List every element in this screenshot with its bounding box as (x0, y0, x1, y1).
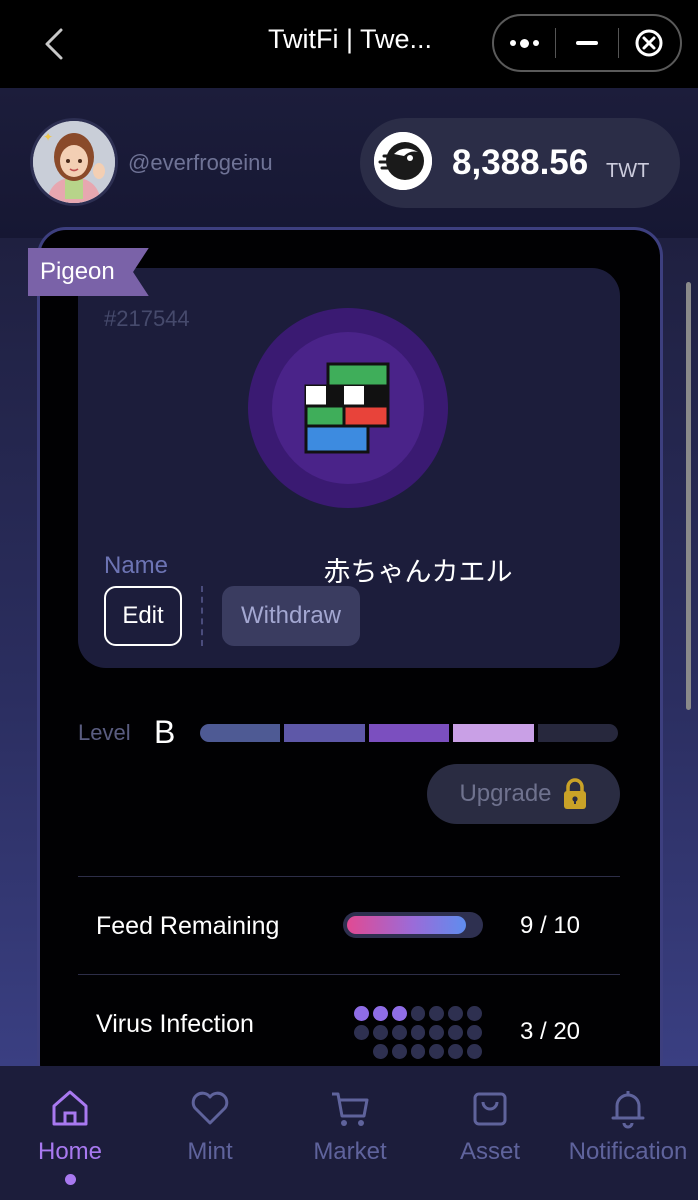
bell-icon (611, 1091, 645, 1129)
level-segment-empty (537, 724, 619, 742)
level-segment-filled (200, 724, 281, 742)
nav-notification[interactable]: Notification (558, 1086, 698, 1166)
virus-dot-grid (354, 1006, 483, 1063)
virus-dot-row (354, 1006, 483, 1021)
lock-icon (563, 778, 586, 809)
balance-pill[interactable]: 8,388.56 TWT (360, 118, 680, 208)
virus-dot-infected (354, 1006, 369, 1021)
upgrade-button[interactable]: Upgrade (427, 764, 620, 824)
virus-dot-empty (354, 1025, 369, 1040)
username-handle: @everfrogeinu (128, 150, 273, 175)
virus-dot-infected (391, 1006, 407, 1021)
edit-button[interactable]: Edit (104, 586, 182, 646)
page-title: TwitFi | Twe... (267, 24, 433, 54)
user-header: ✦ @everfrogeinu 8,388.56 TWT (0, 88, 698, 238)
level-segment-filled (284, 724, 365, 742)
cart-icon (332, 1092, 369, 1126)
virus-dot-row (354, 1044, 482, 1059)
nav-label: Home (37, 1138, 103, 1165)
virus-dot-empty (410, 1044, 426, 1059)
virus-dot-empty (429, 1025, 445, 1040)
virus-dot-empty (373, 1044, 388, 1059)
active-indicator (64, 1174, 76, 1185)
name-label: Name (104, 552, 169, 579)
upgrade-label: Upgrade (459, 780, 552, 807)
feed-value: 9 / 10 (519, 912, 581, 939)
virus-dot-empty (448, 1025, 464, 1040)
nav-asset[interactable]: Asset (420, 1086, 560, 1166)
bag-icon (473, 1092, 507, 1126)
scrollbar[interactable] (686, 282, 691, 710)
virus-label: Virus Infection (96, 1010, 254, 1038)
virus-dot-empty (391, 1044, 407, 1059)
virus-dot-empty (391, 1025, 407, 1040)
level-segment-filled (368, 724, 450, 742)
close-circle-icon (635, 29, 663, 57)
svg-text:✦: ✦ (43, 130, 53, 144)
virus-dot-empty (410, 1025, 426, 1040)
level-progress-bar (200, 724, 619, 742)
avatar[interactable]: ✦ (30, 118, 118, 206)
heart-icon (191, 1091, 229, 1125)
virus-dot-empty (448, 1006, 464, 1021)
virus-dot-empty (429, 1006, 445, 1021)
virus-dot-empty (429, 1044, 445, 1059)
button-divider (201, 586, 203, 646)
chevron-left-icon (45, 28, 63, 60)
home-icon (52, 1090, 88, 1126)
feed-label: Feed Remaining (96, 912, 280, 940)
feed-progress-fill (347, 916, 466, 934)
close-button[interactable] (619, 16, 680, 70)
bottom-navigation: Home Mint Market Asset Notification (0, 1066, 698, 1200)
virus-dot-empty (372, 1025, 388, 1040)
virus-dot-row (354, 1025, 483, 1040)
section-divider (78, 876, 620, 877)
mini-program-capsule (492, 14, 682, 72)
minimize-button[interactable] (556, 16, 617, 70)
section-divider (78, 974, 620, 975)
virus-dot-empty (448, 1044, 464, 1059)
nav-home[interactable]: Home (0, 1086, 140, 1185)
app-top-bar: TwitFi | Twe... (0, 0, 698, 88)
nav-label: Market (313, 1138, 387, 1165)
virus-dot-infected (372, 1006, 388, 1021)
virus-dot-empty (410, 1006, 426, 1021)
frog-pixel-icon (304, 362, 390, 454)
nav-label: Mint (187, 1138, 233, 1165)
virus-dot-empty (467, 1025, 483, 1040)
withdraw-button[interactable]: Withdraw (222, 586, 360, 646)
more-button[interactable] (494, 16, 555, 70)
twt-coin-icon (374, 132, 432, 190)
nft-orb (248, 308, 448, 508)
virus-dot-empty (467, 1044, 482, 1059)
nft-orb-inner (272, 332, 424, 484)
balance-amount: 8,388.56 (452, 143, 589, 182)
level-grade: B (154, 714, 176, 750)
nft-id: #217544 (104, 306, 190, 331)
feed-progress-bar (343, 912, 483, 938)
minus-icon (575, 41, 598, 45)
back-button[interactable] (36, 22, 72, 66)
level-label: Level (78, 720, 131, 745)
nav-label: Notification (568, 1138, 688, 1165)
nft-name: 赤ちゃんカエル (323, 557, 513, 587)
balance-currency: TWT (606, 160, 650, 182)
more-dots-icon (510, 38, 540, 48)
nav-label: Asset (459, 1138, 521, 1165)
level-segment-filled (453, 724, 534, 742)
virus-value: 3 / 20 (519, 1018, 581, 1045)
rarity-tag: Pigeon (28, 248, 149, 296)
nav-mint[interactable]: Mint (140, 1086, 280, 1166)
nav-market[interactable]: Market (280, 1086, 420, 1166)
virus-dot-empty (467, 1006, 483, 1021)
nft-panel: #217544 Name 赤ちゃんカエル Edit Withdraw (78, 268, 620, 668)
